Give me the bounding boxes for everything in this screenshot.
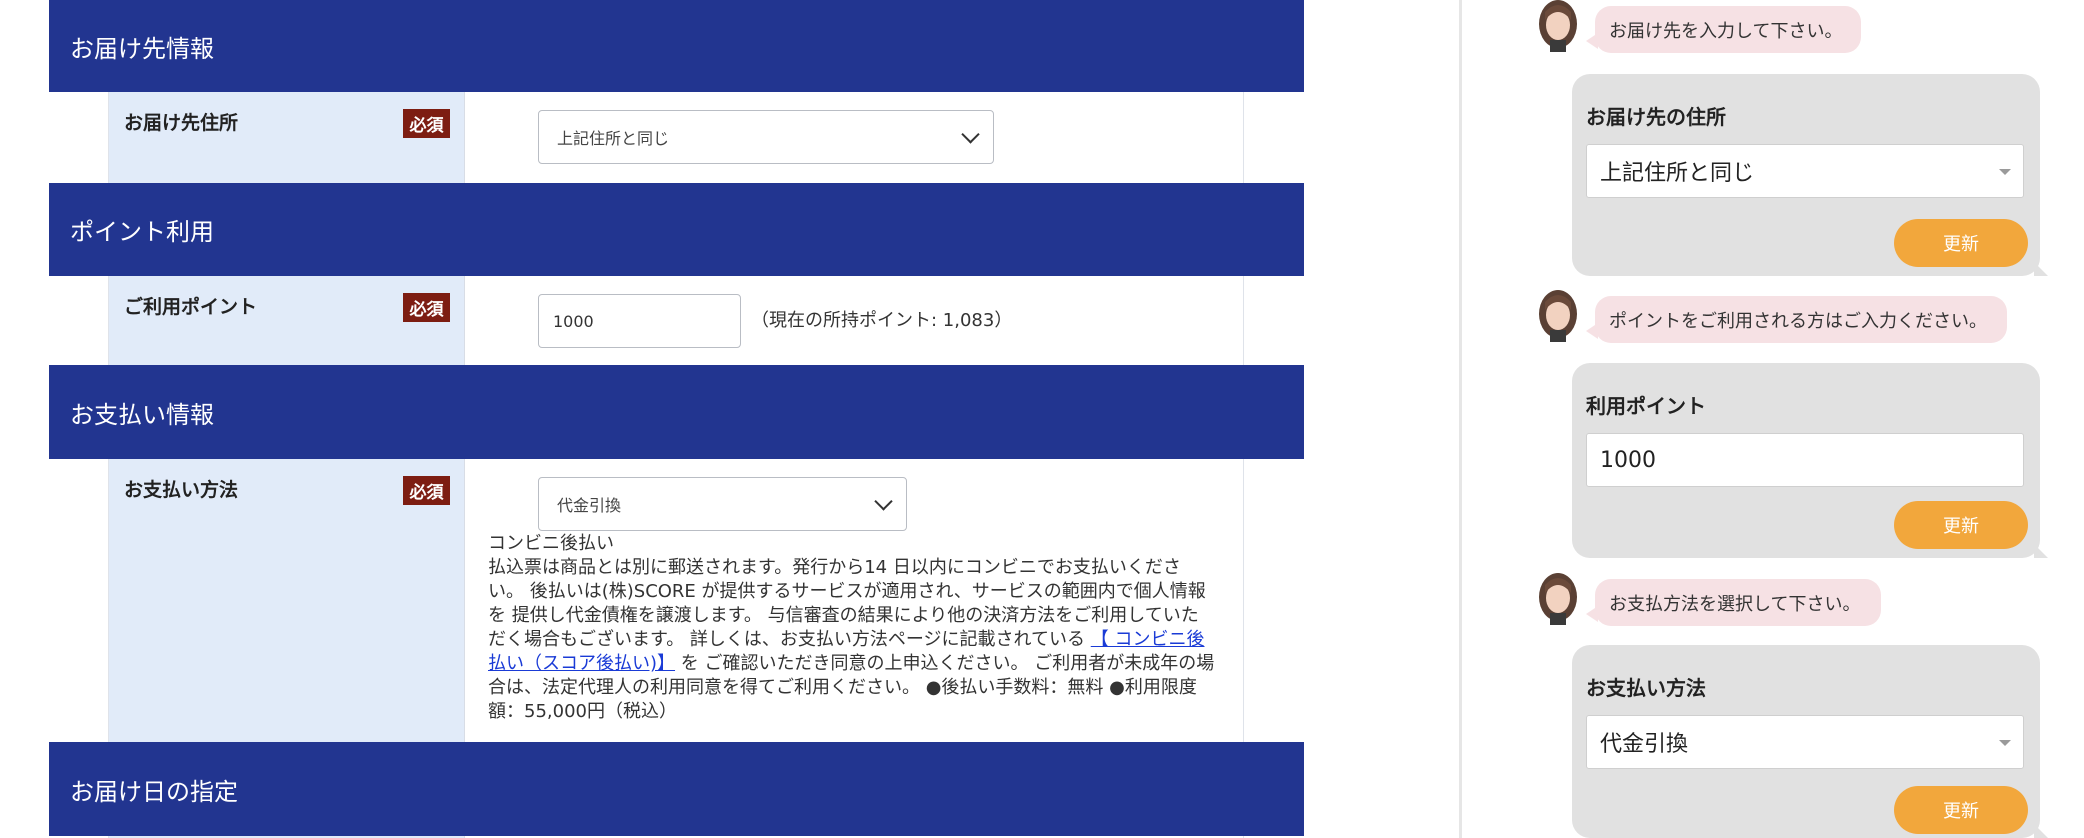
- order-form: お届け先情報 お届け先住所 必須 上記住所と同じ ポイント利用 ご利用ポイント …: [49, 0, 1304, 838]
- section-title: お届け日の指定: [70, 777, 238, 806]
- section-title: お支払い情報: [70, 400, 214, 429]
- section-header-delivery-date: お届け日の指定: [49, 742, 1304, 836]
- caret-down-icon: [1999, 740, 2011, 746]
- payment-desc-body: 払込票は商品とは別に郵送されます。発行から14 日以内にコンビニでお支払いくださ…: [488, 556, 1216, 724]
- field-label-cell: お支払い方法 必須: [109, 459, 465, 742]
- chat-message-text: お支払方法を選択して下さい。: [1609, 593, 1861, 615]
- chat-message: お届け先を入力して下さい。: [1586, 6, 1861, 53]
- chat-card-points: 利用ポイント 1000 更新: [1572, 363, 2048, 558]
- update-button[interactable]: 更新: [1894, 219, 2028, 267]
- select-value: 上記住所と同じ: [1600, 161, 1755, 186]
- section-header-points: ポイント利用: [49, 183, 1304, 276]
- points-value: 1000: [1600, 447, 1656, 473]
- operator-avatar-icon: [1539, 0, 1577, 52]
- payment-description: コンビニ後払い 払込票は商品とは別に郵送されます。発行から14 日以内にコンビニ…: [488, 532, 1216, 724]
- points-input-value: 1000: [553, 311, 594, 331]
- select-value: 代金引換: [1600, 732, 1689, 757]
- chat-message: ポイントをご利用される方はご入力ください。: [1586, 296, 2007, 343]
- section-title: お届け先情報: [70, 34, 214, 63]
- field-label-cell: ご利用ポイント 必須: [109, 276, 465, 365]
- select-value: 上記住所と同じ: [557, 129, 670, 148]
- operator-avatar-icon: [1539, 290, 1577, 342]
- required-badge: 必須: [403, 476, 450, 505]
- required-badge: 必須: [403, 109, 450, 138]
- chat-panel: お届け先を入力して下さい。 お届け先の住所 上記住所と同じ 更新 ポイントをご利…: [1459, 0, 2084, 838]
- payment-select[interactable]: 代金引換: [1586, 715, 2024, 769]
- section-header-delivery: お届け先情報: [49, 0, 1304, 92]
- update-button[interactable]: 更新: [1894, 501, 2028, 549]
- operator-avatar-icon: [1539, 573, 1577, 625]
- points-field[interactable]: 1000: [1586, 433, 2024, 487]
- section-title: ポイント利用: [70, 218, 214, 246]
- points-input[interactable]: 1000: [538, 294, 741, 348]
- chat-message-text: ポイントをご利用される方はご入力ください。: [1609, 310, 1987, 332]
- address-select[interactable]: 上記住所と同じ: [1586, 144, 2024, 198]
- payment-method-select[interactable]: 代金引換: [538, 477, 907, 531]
- update-button[interactable]: 更新: [1894, 786, 2028, 834]
- points-row: ご利用ポイント 必須 1000 （現在の所持ポイント: 1,083）: [108, 276, 1244, 365]
- card-title: お支払い方法: [1586, 676, 1706, 700]
- delivery-address-select[interactable]: 上記住所と同じ: [538, 110, 994, 164]
- card-title: お届け先の住所: [1586, 105, 1726, 129]
- chevron-down-icon: [961, 125, 980, 144]
- section-header-payment: お支払い情報: [49, 365, 1304, 459]
- points-label: ご利用ポイント: [124, 296, 258, 318]
- select-value: 代金引換: [557, 496, 622, 515]
- card-title: 利用ポイント: [1586, 394, 1706, 418]
- required-badge: 必須: [403, 293, 450, 322]
- chat-card-address: お届け先の住所 上記住所と同じ 更新: [1572, 74, 2048, 276]
- chat-card-payment: お支払い方法 代金引換 更新: [1572, 645, 2048, 838]
- field-label-cell: お届け先住所 必須: [109, 92, 465, 183]
- chat-message: お支払方法を選択して下さい。: [1586, 579, 1881, 626]
- chat-message-text: お届け先を入力して下さい。: [1609, 20, 1843, 42]
- delivery-address-row: お届け先住所 必須 上記住所と同じ: [108, 92, 1244, 183]
- caret-down-icon: [1999, 169, 2011, 175]
- chevron-down-icon: [874, 492, 893, 511]
- current-points-note: （現在の所持ポイント: 1,083）: [751, 310, 1013, 331]
- delivery-address-label: お届け先住所: [124, 112, 239, 134]
- payment-desc-title: コンビニ後払い: [488, 533, 614, 554]
- payment-label: お支払い方法: [124, 479, 239, 501]
